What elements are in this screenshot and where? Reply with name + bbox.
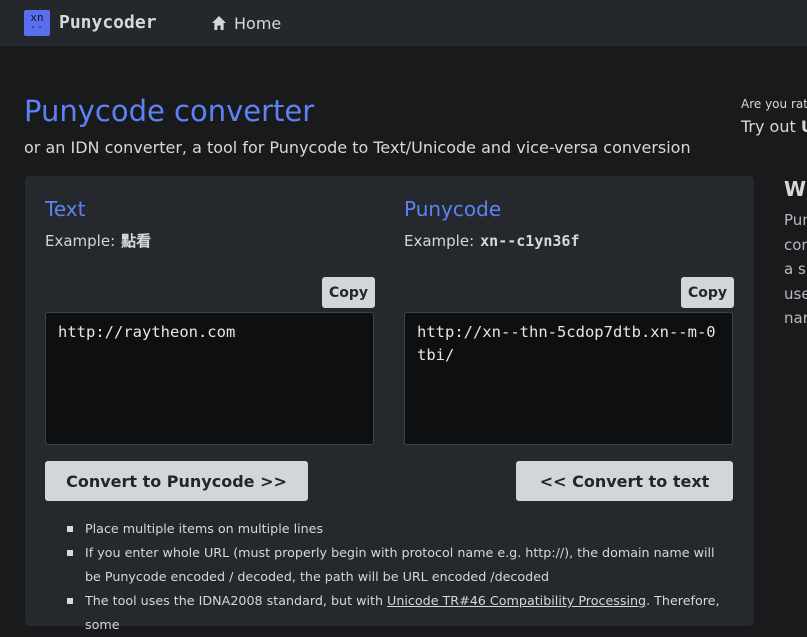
sidebar-heading: Wh [784, 177, 807, 201]
page-subtitle: or an IDN converter, a tool for Punycode… [24, 138, 691, 157]
note-item: Place multiple items on multiple lines [67, 517, 725, 541]
punycode-column-title: Punycode [404, 197, 502, 221]
text-column-title: Text [45, 197, 86, 221]
text-input[interactable]: http://raytheon.com [45, 312, 374, 445]
home-icon [212, 16, 226, 30]
punycode-example: Example: xn--c1yn36f [404, 231, 579, 251]
note-item: The tool uses the IDNA2008 standard, but… [67, 589, 725, 637]
text-example-label: Example: [45, 232, 116, 250]
text-example: Example: 點看 [45, 231, 151, 251]
note-text: The tool uses the IDNA2008 standard, but… [85, 593, 388, 608]
page-title: Punycode converter [24, 94, 315, 128]
copy-text-button[interactable]: Copy [322, 277, 376, 308]
copy-punycode-button[interactable]: Copy [681, 277, 735, 308]
convert-to-text-button[interactable]: << Convert to text [516, 461, 733, 501]
punycode-input[interactable]: http://xn--thn-5cdop7dtb.xn--m-0tbi/ [404, 312, 733, 445]
top-navbar: xn -- Punycoder Home [0, 0, 807, 46]
punycode-example-value: xn--c1yn36f [480, 232, 580, 250]
sidebar-line: use [784, 284, 807, 303]
home-link[interactable]: Home [211, 12, 281, 34]
tr46-link[interactable]: Unicode TR#46 Compatibility Processing [387, 593, 646, 608]
sidebar-line: cor [784, 235, 807, 254]
promo-question: Are you rat [741, 97, 807, 111]
sidebar-text: Pun cor a s use nar [784, 208, 807, 331]
logo-line-2: -- [29, 22, 45, 33]
usage-notes: Place multiple items on multiple lines I… [67, 517, 725, 637]
home-label: Home [234, 13, 282, 33]
note-item: If you enter whole URL (must properly be… [67, 541, 725, 589]
sidebar-line: nar [784, 309, 807, 327]
brand-name[interactable]: Punycoder [59, 11, 157, 35]
sidebar-line: Pun [784, 211, 807, 229]
logo-icon[interactable]: xn -- [24, 10, 50, 36]
punycode-example-label: Example: [404, 232, 475, 250]
promo-prefix: Try out [741, 117, 801, 136]
text-example-value: 點看 [121, 232, 152, 250]
convert-to-punycode-button[interactable]: Convert to Punycode >> [45, 461, 308, 501]
promo-link[interactable]: Try out U [741, 116, 807, 138]
sidebar-line: a s [784, 260, 806, 278]
promo-bold: U [801, 117, 807, 136]
